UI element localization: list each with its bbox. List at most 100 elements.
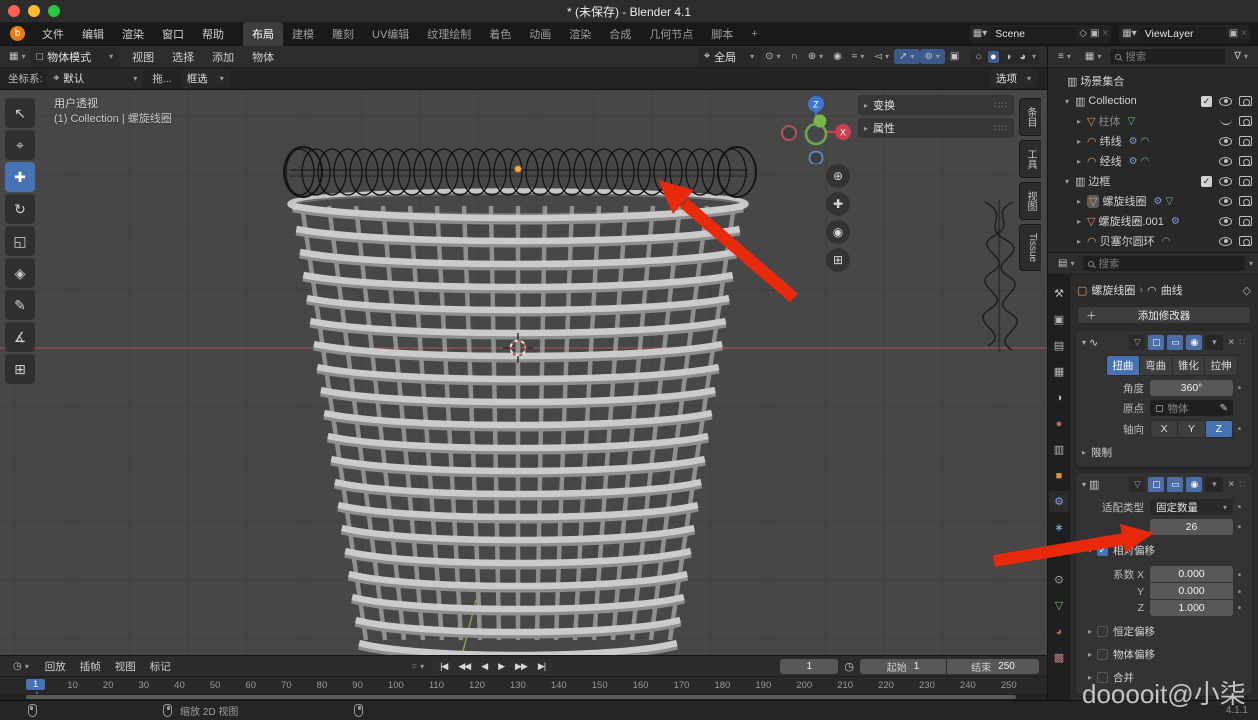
properties-tab-icon[interactable]: ◕ (1049, 621, 1069, 642)
outliner-row-spiral-coil[interactable]: ▸▽ 螺旋线圈 ⚙ ▽ (1048, 191, 1258, 211)
unlink-scene-icon[interactable]: × (1102, 28, 1108, 39)
properties-tab-icon[interactable]: ▩ (1049, 647, 1069, 668)
tool-button[interactable]: ∡ (5, 322, 35, 352)
current-frame-field[interactable]: 1 (780, 659, 838, 674)
editor-type-button[interactable]: ▦▾ (4, 49, 30, 64)
outliner-row-weft[interactable]: ▸◠ 纬线 ⚙ ◠ (1048, 131, 1258, 151)
toggle-render-icon[interactable]: ◉ (1186, 335, 1202, 350)
workspace-tab[interactable]: 动画 (520, 22, 560, 46)
drag-handle-icon[interactable]: ∷ (1239, 479, 1246, 490)
nav-button[interactable]: ⊕ (826, 164, 850, 188)
properties-tab-icon[interactable]: ▽ (1049, 595, 1069, 616)
factor-y-field[interactable]: 0.000 (1150, 583, 1233, 599)
remove-viewlayer-icon[interactable]: × (1241, 28, 1247, 39)
viewport-menu[interactable]: 选择 (163, 46, 203, 68)
hide-eye-icon[interactable] (1219, 157, 1232, 166)
animate-dot[interactable]: • (1233, 382, 1246, 394)
xray-toggle[interactable]: ▣ (945, 49, 964, 64)
workspace-tab[interactable]: 合成 (600, 22, 640, 46)
tool-button[interactable]: ✎ (5, 290, 35, 320)
object-offset-checkbox[interactable]: ✓ (1097, 649, 1108, 660)
playback-button[interactable]: ◀ (476, 660, 492, 673)
tool-button[interactable]: ◱ (5, 226, 35, 256)
n-panel-section[interactable]: ▸属性∷∷ (858, 118, 1014, 138)
workspace-tab[interactable]: 建模 (283, 22, 323, 46)
disable-render-icon[interactable] (1239, 96, 1252, 106)
properties-tab-icon[interactable]: ◌ (1049, 543, 1069, 564)
properties-tab-icon[interactable]: ▦ (1049, 361, 1069, 382)
menubar-menu[interactable]: 文件 (33, 23, 73, 45)
workspace-tab[interactable]: 渲染 (560, 22, 600, 46)
constant-offset-checkbox[interactable]: ✓ (1097, 626, 1108, 637)
properties-tab-icon[interactable]: ▥ (1049, 439, 1069, 460)
outliner-row-cylinder[interactable]: ▸▽ 柱体 ▽ (1048, 111, 1258, 131)
properties-search-input[interactable]: 搜索 (1083, 256, 1245, 271)
disable-render-icon[interactable] (1239, 156, 1252, 166)
animate-dot[interactable]: • (1233, 586, 1246, 598)
hide-eye-icon[interactable] (1219, 197, 1232, 206)
coord-dropdown[interactable]: ⌖默认▾ (47, 69, 143, 88)
scene-icon[interactable]: ▦▾ (973, 28, 987, 39)
fit-type-dropdown[interactable]: 固定数量▾ (1150, 499, 1233, 515)
object-offset-section[interactable]: ▸✓物体偏移 (1080, 643, 1248, 666)
workspace-tab[interactable]: UV编辑 (363, 22, 418, 46)
hide-eye-icon[interactable] (1219, 137, 1232, 146)
n-panel-tab[interactable]: 工具 (1019, 140, 1041, 178)
outliner-row-spiral-coil-001[interactable]: ▸▽ 螺旋线圈.001 ⚙ (1048, 211, 1258, 231)
menubar-menu[interactable]: 帮助 (193, 23, 233, 45)
toggle-edit-mode-icon[interactable]: ▢ (1148, 477, 1164, 492)
current-frame-badge[interactable]: 1 (26, 679, 45, 690)
animate-dot[interactable]: • (1233, 602, 1246, 614)
viewport-menu[interactable]: 物体 (243, 46, 283, 68)
count-field[interactable]: 26 (1150, 519, 1233, 535)
pivot-dropdown[interactable]: ⊙▾ (760, 49, 785, 64)
outliner-filter-mode[interactable]: ▦▾ (1080, 49, 1106, 64)
axis-button[interactable]: Y (1178, 421, 1205, 437)
show-visibility-dropdown[interactable]: ◅▾ (869, 49, 894, 64)
disable-render-icon[interactable] (1239, 176, 1252, 186)
timeline-editor-type[interactable]: ◷▾ (8, 659, 34, 674)
n-panel-tab[interactable]: 视图 (1019, 182, 1041, 220)
properties-tab-icon[interactable]: ■ (1049, 465, 1069, 486)
toggle-render-icon[interactable]: ◉ (1186, 477, 1202, 492)
mode-dropdown[interactable]: □物体模式▾ (30, 47, 119, 67)
pin-icon[interactable]: ◇ (1079, 28, 1087, 39)
toggle-edit-mode-icon[interactable]: ▢ (1148, 335, 1164, 350)
snap-magnet-toggle[interactable]: ∩ (786, 49, 803, 64)
toggle-realtime-icon[interactable]: ▭ (1167, 477, 1183, 492)
eyedropper-icon[interactable]: ✎ (1220, 403, 1228, 414)
tool-button[interactable]: ✚ (5, 162, 35, 192)
curve-data-icon[interactable]: ◠ (1147, 284, 1157, 297)
deform-mode-tab[interactable]: 弯曲 (1140, 356, 1173, 375)
properties-tab-icon[interactable]: ⚙ (1049, 491, 1069, 512)
disable-render-icon[interactable] (1239, 196, 1252, 206)
viewlayer-name-field[interactable]: ViewLayer (1140, 27, 1226, 41)
exclude-checkbox[interactable]: ✓ (1201, 96, 1212, 107)
toggle-on-cage-icon[interactable]: ▽ (1129, 477, 1145, 492)
workspace-tab[interactable]: + (742, 24, 766, 44)
menubar-menu[interactable]: 编辑 (73, 23, 113, 45)
tool-button[interactable]: ⌖ (5, 130, 35, 160)
properties-tab-icon[interactable]: ⚒ (1049, 283, 1069, 304)
factor-x-field[interactable]: 0.000 (1150, 566, 1233, 582)
pin-icon[interactable]: ◇ (1243, 284, 1251, 297)
playback-button[interactable]: ◀◀ (453, 660, 475, 673)
tool-button[interactable]: ↻ (5, 194, 35, 224)
outliner-row-collection[interactable]: ▾▥ Collection ✓ (1048, 91, 1258, 111)
hidden-eye-icon[interactable] (1220, 118, 1232, 125)
disable-render-icon[interactable] (1239, 116, 1252, 126)
hide-eye-icon[interactable] (1219, 237, 1232, 246)
shading-dropdown-icon[interactable]: ▾ (1032, 52, 1036, 61)
show-gizmo-dropdown[interactable]: ➚▾ (894, 49, 919, 64)
frame-start-field[interactable]: 起始1 (860, 659, 946, 674)
shading-wireframe-icon[interactable]: ○ (973, 51, 984, 63)
timeline-menu[interactable]: 插帧 (73, 657, 108, 676)
workspace-tab[interactable]: 雕刻 (323, 22, 363, 46)
hide-eye-icon[interactable] (1219, 97, 1232, 106)
deform-mode-tab[interactable]: 拉伸 (1205, 356, 1237, 375)
delete-modifier-icon[interactable]: × (1228, 479, 1234, 490)
exclude-checkbox[interactable]: ✓ (1201, 176, 1212, 187)
deform-mode-tab[interactable]: 锥化 (1173, 356, 1206, 375)
restrictions-section[interactable]: ▸限制 (1080, 442, 1248, 460)
nav-button[interactable]: ✚ (826, 192, 850, 216)
